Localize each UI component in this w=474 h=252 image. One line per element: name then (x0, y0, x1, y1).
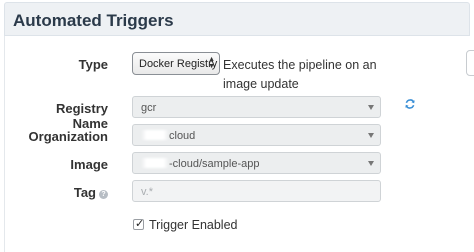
redacted-text (141, 130, 169, 140)
image-value: -cloud/sample-app (169, 158, 260, 170)
image-label: Image (70, 157, 108, 172)
registry-name-value: gcr (141, 102, 157, 114)
organization-select[interactable]: cloud (132, 124, 381, 146)
redacted-text (141, 158, 169, 168)
updown-arrows-icon: ▲ ▼ (208, 56, 215, 70)
type-select[interactable]: Docker Registry ▲ ▼ (132, 52, 220, 75)
trigger-enabled-checkbox[interactable]: ✓ (133, 218, 145, 230)
help-icon[interactable]: ? (99, 190, 108, 199)
type-description: Executes the pipeline on an image update (223, 58, 377, 91)
trigger-enabled-label[interactable]: Trigger Enabled (149, 218, 237, 232)
chevron-down-icon (368, 105, 374, 110)
organization-label: Organization (28, 129, 108, 144)
chevron-down-icon (368, 161, 374, 166)
organization-value: cloud (169, 130, 196, 142)
tag-input[interactable]: v.* (132, 180, 381, 202)
registry-name-label: Registry Name (55, 101, 108, 131)
tag-label: Tag (73, 185, 96, 200)
type-label: Type (78, 57, 108, 72)
chevron-down-icon (368, 133, 374, 138)
check-icon: ✓ (135, 218, 145, 230)
panel-title: Automated Triggers (13, 11, 174, 30)
tag-label-row: Tag? (20, 185, 108, 200)
image-select[interactable]: -cloud/sample-app (132, 152, 381, 174)
registry-name-select[interactable]: gcr (132, 96, 381, 118)
type-select-value: Docker Registry (139, 58, 218, 70)
panel-header: Automated Triggers (4, 2, 470, 36)
tag-placeholder: v.* (141, 186, 154, 198)
right-edge-button[interactable] (466, 50, 474, 76)
refresh-icon[interactable] (404, 98, 416, 110)
